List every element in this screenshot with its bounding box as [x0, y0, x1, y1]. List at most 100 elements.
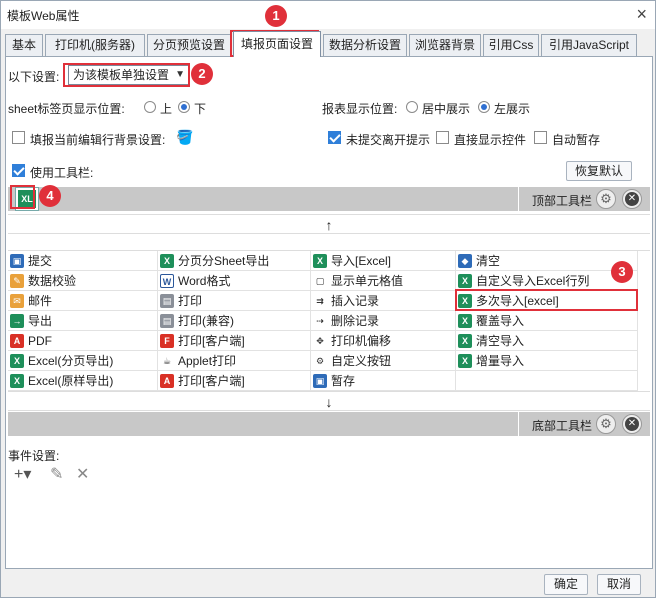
grid-submit[interactable]: ▣ 提交 [8, 251, 158, 271]
excel-icon: X [160, 254, 174, 268]
tab-browser-background[interactable]: 浏览器背景 [409, 34, 481, 56]
paint-bucket-icon[interactable]: 🪣 [176, 129, 194, 145]
printer-icon: ▤ [160, 314, 174, 328]
scope-label: 以下设置: [8, 70, 60, 84]
grid-applet-print[interactable]: ☕ Applet打印 [158, 351, 311, 371]
callout-badge-2: 2 [191, 63, 213, 85]
tab-page-preview[interactable]: 分页预览设置 [147, 34, 231, 56]
window-title: 模板Web属性 [7, 9, 80, 23]
fill-bg-checkbox[interactable] [12, 131, 25, 144]
callout-badge-3: 3 [611, 261, 633, 283]
close-icon[interactable]: × [636, 4, 647, 24]
cell-icon: ▢ [315, 276, 325, 286]
tab-css[interactable]: 引用Css [483, 34, 539, 56]
auto-save-checkbox[interactable] [534, 131, 547, 144]
tab-basic[interactable]: 基本 [5, 34, 43, 56]
excel-icon: X [10, 374, 24, 388]
excel-icon: X [458, 274, 472, 288]
grid-overwrite-import[interactable]: X 覆盖导入 [456, 311, 638, 331]
auto-save-label: 自动暂存 [552, 133, 601, 147]
grid-import-excel[interactable]: X 导入[Excel] [311, 251, 456, 271]
grid-excel-original[interactable]: X Excel(原样导出) [8, 371, 158, 391]
tab-javascript[interactable]: 引用JavaScript [541, 34, 637, 56]
close-icon[interactable]: ✕ [622, 414, 642, 434]
report-center-radio[interactable] [406, 101, 418, 113]
bar-divider [518, 412, 519, 436]
bar-divider [518, 187, 519, 211]
report-left-label: 左展示 [494, 102, 531, 116]
close-icon[interactable]: ✕ [622, 189, 642, 209]
gear-icon[interactable]: ⚙ [596, 189, 616, 209]
toolbar-button-grid: ▣ 提交 ✎ 数据校验 ✉ 邮件 → 导出 A PDF X Excel(分页导出) X Exc… [8, 250, 650, 391]
callout-box-toolbar-item [10, 185, 35, 209]
tab-data-analysis[interactable]: 数据分析设置 [323, 34, 407, 56]
excel-icon: X [313, 254, 327, 268]
grid-delete-record[interactable]: ⇢ 删除记录 [311, 311, 456, 331]
grid-print[interactable]: ▤ 打印 [158, 291, 311, 311]
report-position-label: 报表显示位置: [322, 102, 398, 116]
restore-default-button[interactable]: 恢复默认 [566, 161, 632, 181]
sheet-top-radio[interactable] [144, 101, 156, 113]
save-icon: ▣ [10, 254, 24, 268]
excel-icon: X [458, 314, 472, 328]
direct-show-label: 直接显示控件 [454, 133, 527, 147]
grid-empty-cell [456, 371, 638, 391]
export-icon: → [10, 314, 24, 328]
insert-row-icon: ⇉ [316, 296, 324, 306]
printer-icon: ▤ [160, 294, 174, 308]
gear-icon: ⚙ [315, 356, 325, 366]
callout-badge-1: 1 [265, 5, 287, 27]
grid-incremental-import[interactable]: X 增量导入 [456, 351, 638, 371]
delete-icon[interactable]: ✕ [76, 465, 89, 485]
grid-insert-record[interactable]: ⇉ 插入记录 [311, 291, 456, 311]
excel-icon: X [458, 334, 472, 348]
grid-word[interactable]: W Word格式 [158, 271, 311, 291]
report-left-radio[interactable] [478, 101, 490, 113]
grid-export[interactable]: → 导出 [8, 311, 158, 331]
delete-row-icon: ⇢ [316, 316, 324, 326]
callout-box-multi-import [455, 289, 638, 311]
grid-show-cell-value[interactable]: ▢ 显示单元格值 [311, 271, 456, 291]
tab-fill-page-settings[interactable]: 填报页面设置 [233, 31, 321, 57]
save-icon: ▣ [313, 374, 327, 388]
word-icon: W [160, 274, 174, 288]
grid-temp-save[interactable]: ▣ 暂存 [311, 371, 456, 391]
sheet-bottom-label: 下 [194, 102, 207, 116]
sheet-top-label: 上 [160, 102, 173, 116]
pdf-icon: A [10, 334, 24, 348]
grid-pdf[interactable]: A PDF [8, 331, 158, 351]
grid-sheet-export[interactable]: X 分页分Sheet导出 [158, 251, 311, 271]
edit-icon[interactable]: ✎ [50, 465, 63, 485]
sheet-bottom-radio[interactable] [178, 101, 190, 113]
move-icon: ✥ [316, 336, 324, 346]
cancel-button[interactable]: 取消 [597, 574, 641, 595]
grid-clear-import[interactable]: X 清空导入 [456, 331, 638, 351]
report-center-label: 居中展示 [422, 102, 471, 116]
grid-custom-button[interactable]: ⚙ 自定义按钮 [311, 351, 456, 371]
unsubmitted-checkbox[interactable] [328, 131, 341, 144]
grid-printer-offset[interactable]: ✥ 打印机偏移 [311, 331, 456, 351]
up-arrow-row[interactable]: ↑ [8, 214, 650, 234]
applet-icon: ☕ [162, 356, 172, 366]
down-arrow-row[interactable]: ↓ [8, 391, 650, 411]
properties-dialog: 模板Web属性 × 基本 打印机(服务器) 分页预览设置 填报页面设置 数据分析… [0, 0, 656, 598]
direct-show-checkbox[interactable] [436, 131, 449, 144]
flash-print-icon: F [160, 334, 174, 348]
eraser-icon: ◆ [458, 254, 472, 268]
tab-printer-server[interactable]: 打印机(服务器) [45, 34, 145, 56]
grid-email[interactable]: ✉ 邮件 [8, 291, 158, 311]
grid-print-compat[interactable]: ▤ 打印(兼容) [158, 311, 311, 331]
ok-button[interactable]: 确定 [544, 574, 588, 595]
settings-panel: 以下设置: 为该模板单独设置 ▼ sheet标签页显示位置: 上 下 报表显示位… [5, 56, 653, 569]
grid-excel-paged[interactable]: X Excel(分页导出) [8, 351, 158, 371]
excel-icon: X [10, 354, 24, 368]
callout-badge-4: 4 [39, 185, 61, 207]
envelope-icon: ✉ [10, 294, 24, 308]
grid-print-client[interactable]: F 打印[客户端] [158, 331, 311, 351]
grid-validate[interactable]: ✎ 数据校验 [8, 271, 158, 291]
gear-icon[interactable]: ⚙ [596, 414, 616, 434]
add-icon[interactable]: +▾ [14, 465, 31, 485]
pencil-icon: ✎ [10, 274, 24, 288]
grid-print-client-pdf[interactable]: A 打印[客户端] [158, 371, 311, 391]
use-toolbar-checkbox[interactable] [12, 164, 25, 177]
